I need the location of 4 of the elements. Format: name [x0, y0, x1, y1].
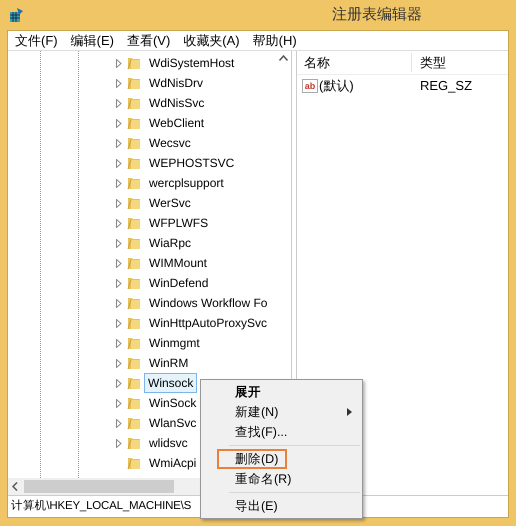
window-title: 注册表编辑器	[332, 4, 422, 25]
string-value-icon: ab	[302, 79, 318, 93]
status-bar-path: 计算机\HKEY_LOCAL_MACHINE\S	[11, 498, 192, 514]
value-type: REG_SZ	[419, 77, 472, 96]
